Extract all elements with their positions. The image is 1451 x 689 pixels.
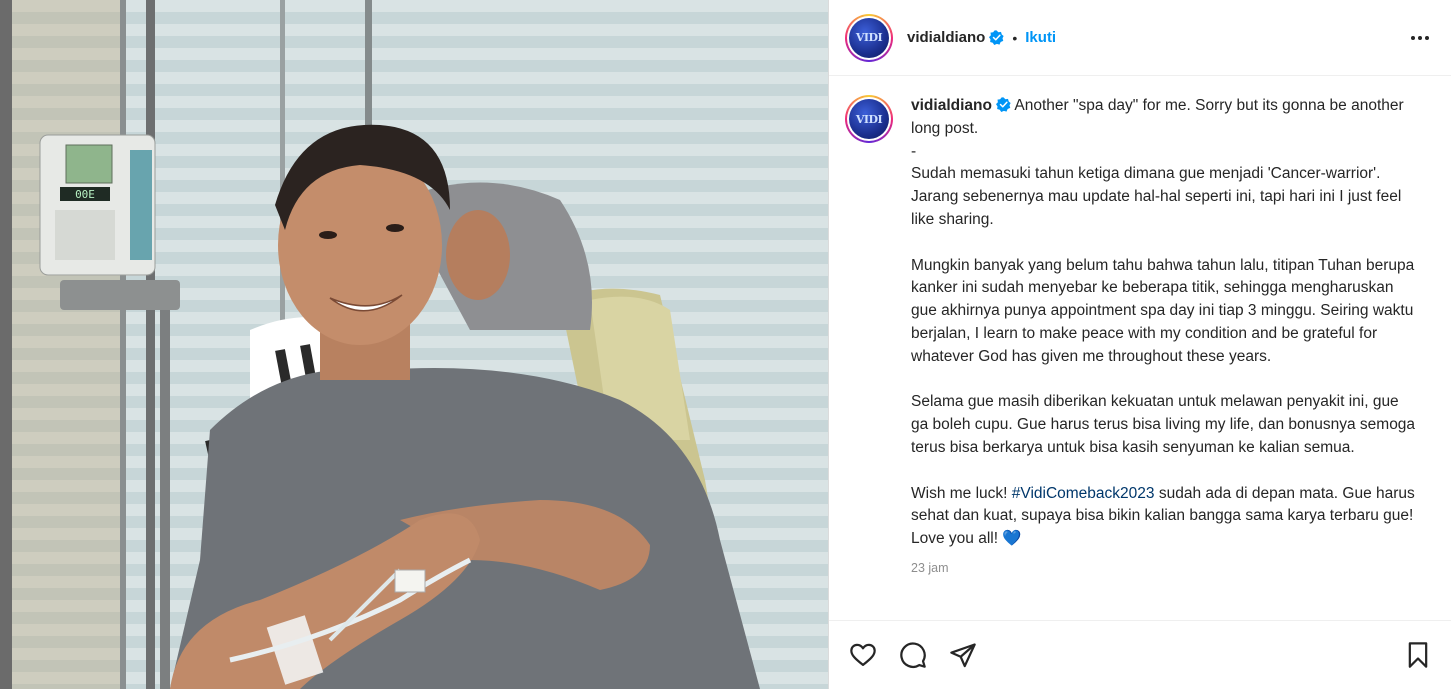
comment-button[interactable] [897, 639, 929, 671]
post-timestamp[interactable]: 23 jam [911, 557, 1416, 580]
share-button[interactable] [947, 639, 979, 671]
caption-paragraph-1: Sudah memasuki tahun ketiga dimana gue m… [911, 165, 1406, 228]
caption-dash: - [911, 142, 917, 160]
avatar-image: VIDI [849, 17, 889, 58]
bookmark-icon [1408, 642, 1428, 668]
post-photo: 00E [0, 0, 828, 689]
hashtag-link[interactable]: #VidiComeback2023 [1012, 485, 1155, 502]
caption-username-link[interactable]: vidialdiano [911, 97, 992, 114]
avatar[interactable]: VIDI [845, 13, 893, 62]
caption-text: vidialdiano Another "spa day" for me. So… [911, 95, 1416, 580]
save-button[interactable] [1402, 639, 1434, 671]
caption-paragraph-4: Wish me luck! #VidiComeback2023 sudah ad… [911, 484, 1420, 548]
pump-display-text: 00E [75, 188, 95, 201]
caption-area: VIDI vidialdiano Another "spa day" for m… [829, 77, 1451, 619]
action-bar [829, 620, 1451, 689]
caption-avatar-image: VIDI [849, 99, 889, 139]
separator-dot: • [1012, 29, 1018, 46]
post-header: VIDI vidialdiano • Ikuti [829, 0, 1451, 76]
photo-illustration: 00E [0, 0, 828, 689]
verified-badge-icon [995, 97, 1011, 112]
blue-heart-emoji: 💙 [1002, 530, 1022, 548]
comment-icon [900, 642, 926, 668]
follow-button[interactable]: Ikuti [1025, 29, 1056, 46]
share-icon [950, 643, 976, 668]
caption-row: VIDI vidialdiano Another "spa day" for m… [845, 95, 1436, 580]
post-sidebar: VIDI vidialdiano • Ikuti VIDI vidialdian… [828, 0, 1451, 689]
caption-paragraph-3: Selama gue masih diberikan kekuatan untu… [911, 393, 1420, 456]
more-options-icon[interactable] [1408, 26, 1432, 50]
like-button[interactable] [847, 639, 879, 671]
username-link[interactable]: vidialdiano [907, 29, 985, 46]
heart-icon [850, 643, 876, 667]
caption-avatar[interactable]: VIDI [845, 95, 893, 580]
verified-badge-icon [989, 30, 1004, 45]
caption-paragraph-2: Mungkin banyak yang belum tahu bahwa tah… [911, 256, 1419, 365]
